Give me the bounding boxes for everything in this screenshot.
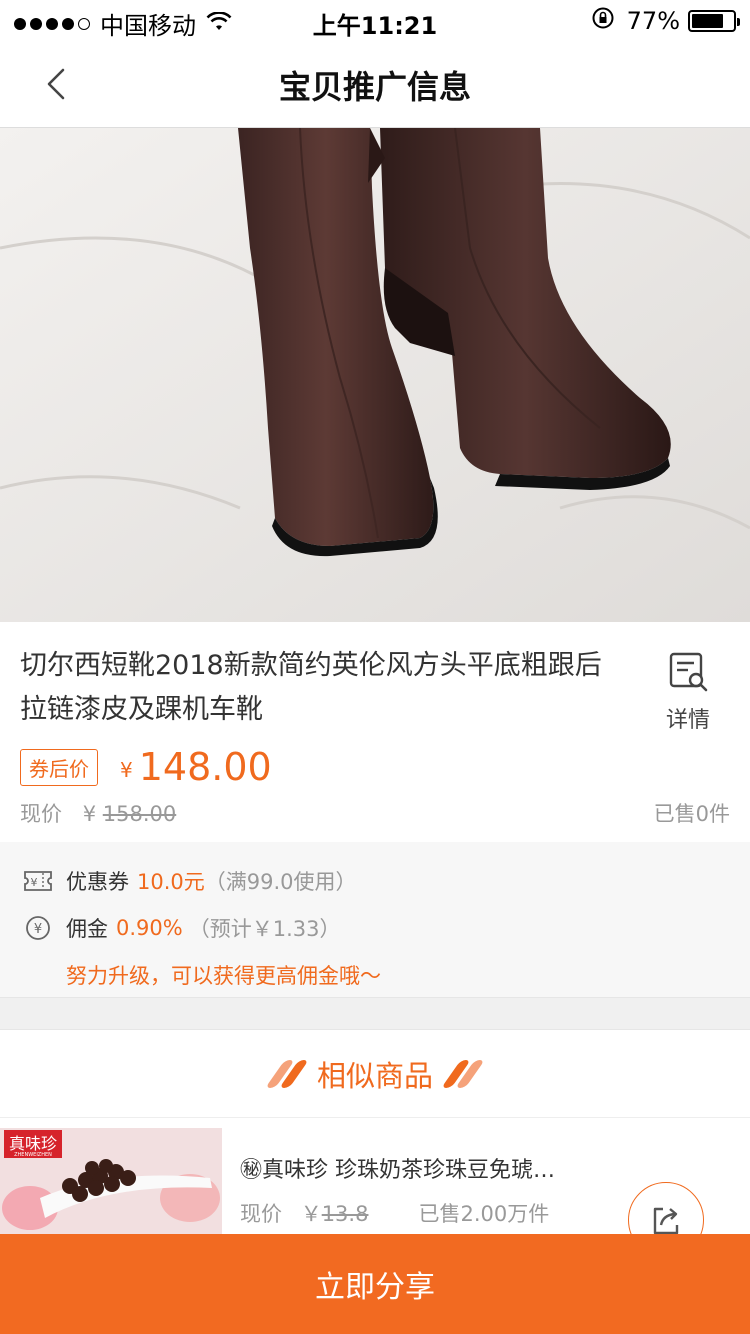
status-bar: 中国移动 上午11:21 77% xyxy=(0,0,750,40)
battery-percent: 77% xyxy=(626,7,680,35)
commission-label: 佣金 xyxy=(66,917,108,941)
item-title[interactable]: ㊙真味珍 珍珠奶茶珍珠豆免琥… xyxy=(240,1152,620,1184)
item-price: 13.8 xyxy=(321,1202,369,1226)
brand-logo: 真味珍 xyxy=(9,1134,57,1153)
similar-header: 相似商品 xyxy=(0,1030,750,1118)
detail-button[interactable]: 详情 xyxy=(650,650,726,740)
svg-text:¥: ¥ xyxy=(34,922,42,937)
commission-row: ¥ 佣金 0.90% （预计￥1.33） xyxy=(22,913,340,943)
page-title: 宝贝推广信息 xyxy=(278,68,471,106)
upgrade-hint[interactable]: 努力升级，可以获得更高佣金哦～ xyxy=(66,960,381,990)
product-title: 切尔西短靴2018新款简约英伦风方头平底粗跟后拉链漆皮及踝机车靴 xyxy=(20,650,602,725)
commission-value: 0.90% xyxy=(116,916,183,940)
original-price-label: 现价 xyxy=(20,802,62,826)
coupon-price-tag: 券后价 xyxy=(20,748,98,786)
coupon-box: ¥ 优惠券 10.0元 （满99.0使用） ¥ 佣金 0.90% （预计￥1.3… xyxy=(0,842,750,998)
coupon-label: 优惠券 xyxy=(66,870,129,894)
original-price-row: 现价 ¥ 158.00 xyxy=(20,798,176,828)
status-right: 77% xyxy=(591,6,740,36)
item-share-button[interactable] xyxy=(628,1182,704,1234)
coupon-icon: ¥ xyxy=(22,867,54,895)
item-thumbnail[interactable]: 真味珍 ZHENWEIZHEN xyxy=(0,1128,222,1234)
coupon-condition: （满99.0使用） xyxy=(204,870,357,894)
item-meta: 现价 ￥13.8 已售2.00万件 xyxy=(240,1198,549,1228)
document-search-icon xyxy=(669,652,708,692)
original-currency: ¥ xyxy=(82,802,97,826)
coupon-row: ¥ 优惠券 10.0元 （满99.0使用） xyxy=(22,866,357,896)
product-info: 切尔西短靴2018新款简约英伦风方头平底粗跟后拉链漆皮及踝机车靴 详情 券后价 … xyxy=(0,622,750,842)
original-price: 158.00 xyxy=(102,802,177,826)
similar-heading: 相似商品 xyxy=(316,1058,433,1093)
battery-icon xyxy=(688,10,740,32)
share-icon xyxy=(653,1207,679,1234)
svg-text:¥: ¥ xyxy=(31,876,38,889)
item-currency: ￥ xyxy=(300,1202,322,1226)
share-now-label: 立即分享 xyxy=(315,1270,435,1305)
coupon-price: 148.00 xyxy=(138,745,272,789)
slash-decoration-icon xyxy=(441,1059,485,1088)
sold-count: 已售0件 xyxy=(653,802,730,826)
coupon-value: 10.0元 xyxy=(137,870,205,894)
currency-symbol: ¥ xyxy=(120,758,133,782)
product-image[interactable] xyxy=(0,128,750,622)
orientation-lock-icon xyxy=(591,6,615,36)
list-item[interactable]: 真味珍 ZHENWEIZHEN ㊙真味珍 珍珠奶茶珍珠豆免琥… 现价 ￥13.8… xyxy=(0,1118,750,1234)
price-row: 券后价 ¥ 148.00 xyxy=(20,742,272,792)
slash-decoration-icon xyxy=(265,1059,309,1088)
yen-circle-icon: ¥ xyxy=(22,914,54,942)
nav-bar: 宝贝推广信息 xyxy=(0,40,750,128)
detail-label: 详情 xyxy=(665,708,710,733)
brand-subtitle: ZHENWEIZHEN xyxy=(14,1152,52,1158)
item-sold: 已售2.00万件 xyxy=(418,1202,550,1226)
item-price-label: 现价 xyxy=(240,1202,282,1226)
commission-estimate: （预计￥1.33） xyxy=(188,917,341,941)
share-now-button[interactable]: 立即分享 xyxy=(0,1234,750,1334)
section-divider xyxy=(0,998,750,1030)
